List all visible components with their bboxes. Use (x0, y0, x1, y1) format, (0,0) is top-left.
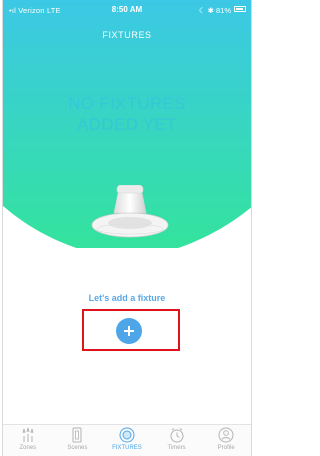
tab-label: FIXTURES (112, 445, 142, 451)
app-screen: •ıl Verizon LTE 8:50 AM ☾ ✱ 81% FIXTURES… (2, 0, 252, 456)
page-title: FIXTURES (102, 30, 152, 40)
status-bar: •ıl Verizon LTE 8:50 AM ☾ ✱ 81% (3, 0, 251, 18)
status-indicators: ☾ ✱ 81% (198, 6, 231, 15)
tab-label: Scenes (67, 445, 88, 451)
profile-icon (218, 427, 234, 443)
empty-state-message: NO FIXTURES ADDED YET (3, 93, 251, 135)
tab-scenes[interactable]: Scenes (53, 425, 103, 456)
zones-icon (22, 427, 34, 442)
tab-label: Zones (19, 445, 37, 451)
tab-bar: Zones Scenes FIXTURES Timers Profile (3, 424, 251, 456)
add-fixture-prompt: Let's add a fixture (88, 293, 166, 303)
plus-icon (124, 326, 134, 336)
timer-icon (170, 428, 184, 443)
fixtures-icon (119, 427, 135, 443)
tab-label: Timers (167, 445, 186, 451)
empty-state-line-1: NO FIXTURES (68, 94, 186, 113)
tab-zones[interactable]: Zones (3, 425, 53, 456)
tab-fixtures[interactable]: FIXTURES (102, 425, 152, 456)
battery-icon (234, 6, 246, 12)
fixture-illustration (91, 185, 169, 238)
add-fixture-button[interactable] (116, 318, 142, 344)
tab-timers[interactable]: Timers (152, 425, 202, 456)
tab-label: Profile (217, 445, 235, 451)
empty-state-line-2: ADDED YET (77, 115, 177, 134)
scenes-icon (72, 427, 82, 443)
tab-profile[interactable]: Profile (201, 425, 251, 456)
